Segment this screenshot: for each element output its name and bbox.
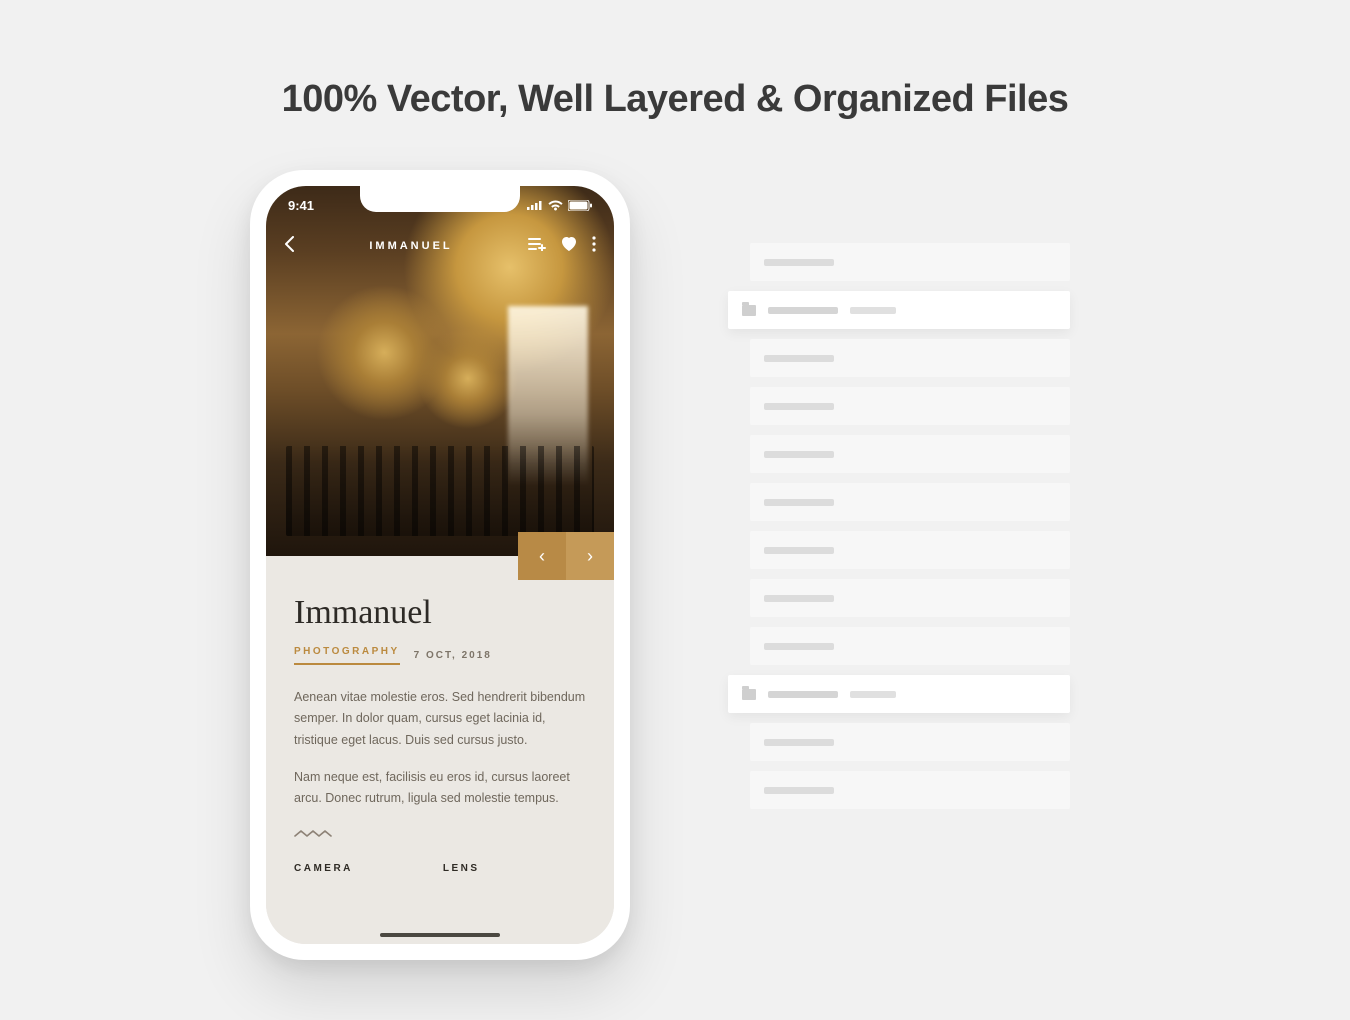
battery-icon xyxy=(568,200,592,211)
marketing-headline: 100% Vector, Well Layered & Organized Fi… xyxy=(0,78,1350,121)
article-category[interactable]: PHOTOGRAPHY xyxy=(294,646,400,665)
spec-row: CAMERA LENS xyxy=(294,863,586,874)
wifi-icon xyxy=(548,200,563,211)
layer-row[interactable] xyxy=(750,723,1070,761)
layer-row[interactable] xyxy=(750,579,1070,617)
phone-notch xyxy=(360,186,520,212)
layer-row[interactable] xyxy=(750,339,1070,377)
article-date: 7 OCT, 2018 xyxy=(414,650,492,661)
layers-panel xyxy=(720,243,1070,819)
spec-lens-label: LENS xyxy=(443,863,480,874)
layer-group-row[interactable] xyxy=(728,675,1070,713)
pager-prev-button[interactable]: ‹ xyxy=(518,532,566,580)
article-meta: PHOTOGRAPHY 7 OCT, 2018 xyxy=(294,646,586,665)
folder-icon xyxy=(742,689,756,700)
status-time: 9:41 xyxy=(288,198,314,213)
divider-zigzag-icon xyxy=(294,825,586,843)
layer-row[interactable] xyxy=(750,627,1070,665)
layer-row[interactable] xyxy=(750,483,1070,521)
navbar-title: IMMANUEL xyxy=(369,240,452,252)
pager-next-button[interactable]: › xyxy=(566,532,614,580)
phone-screen: 9:41 IMMANUEL xyxy=(266,186,614,944)
layer-group-row[interactable] xyxy=(728,291,1070,329)
signal-icon xyxy=(527,200,543,210)
more-vertical-icon[interactable] xyxy=(592,236,596,257)
layer-row[interactable] xyxy=(750,243,1070,281)
phone-mockup: 9:41 IMMANUEL xyxy=(250,170,630,960)
back-icon[interactable] xyxy=(284,236,294,257)
article-body: Immanuel PHOTOGRAPHY 7 OCT, 2018 Aenean … xyxy=(266,556,614,944)
heart-icon[interactable] xyxy=(560,236,578,257)
layer-row[interactable] xyxy=(750,771,1070,809)
layer-row[interactable] xyxy=(750,531,1070,569)
spec-camera-label: CAMERA xyxy=(294,863,353,874)
playlist-add-icon[interactable] xyxy=(528,237,546,256)
article-paragraph: Nam neque est, facilisis eu eros id, cur… xyxy=(294,767,586,810)
layer-row[interactable] xyxy=(750,435,1070,473)
article-paragraph: Aenean vitae molestie eros. Sed hendreri… xyxy=(294,687,586,751)
layer-row[interactable] xyxy=(750,387,1070,425)
folder-icon xyxy=(742,305,756,316)
app-navbar: IMMANUEL xyxy=(266,226,614,266)
home-indicator[interactable] xyxy=(380,933,500,937)
image-pager: ‹ › xyxy=(518,532,614,580)
article-title: Immanuel xyxy=(294,594,586,632)
status-indicators xyxy=(527,200,592,211)
